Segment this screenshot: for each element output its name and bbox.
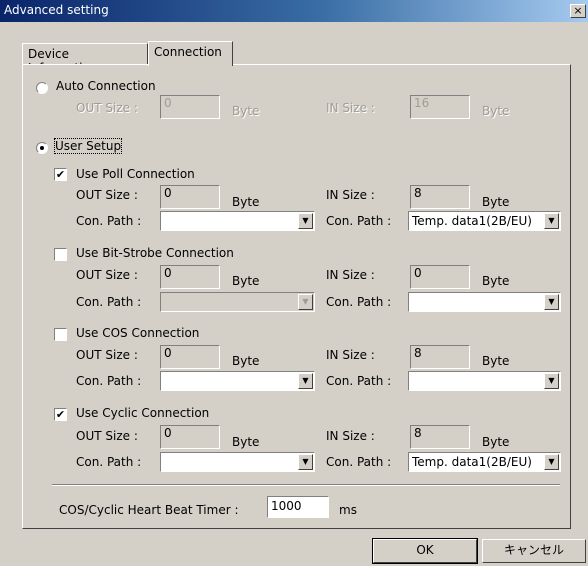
cos-out-size-label: OUT Size : <box>76 348 138 362</box>
bit-strobe-checkbox[interactable] <box>54 248 67 261</box>
chevron-down-icon[interactable]: ▼ <box>298 373 313 389</box>
bit-strobe-in-size-label: IN Size : <box>326 268 375 282</box>
heartbeat-label: COS/Cyclic Heart Beat Timer : <box>59 503 239 517</box>
auto-out-unit: Byte <box>232 104 260 118</box>
auto-out-size-field: 0 <box>160 95 220 119</box>
cyclic-checkbox[interactable]: ✔ <box>54 408 67 421</box>
auto-in-size-label: IN Size : <box>326 101 375 115</box>
poll-in-path-label: Con. Path : <box>326 214 392 228</box>
auto-connection-label: Auto Connection <box>56 79 156 93</box>
poll-in-path-dropdown[interactable]: Temp. data1(2B/EU) ▼ <box>408 211 561 231</box>
combo-value: Temp. data1(2B/EU) <box>412 214 532 228</box>
poll-in-unit: Byte <box>482 195 510 209</box>
auto-connection-radio[interactable] <box>36 82 48 94</box>
cyclic-out-path-label: Con. Path : <box>76 455 142 469</box>
poll-out-size-label: OUT Size : <box>76 188 138 202</box>
cyclic-out-unit: Byte <box>232 435 260 449</box>
cos-checkbox[interactable] <box>54 328 67 341</box>
cos-in-path-label: Con. Path : <box>326 374 392 388</box>
user-setup-radio[interactable] <box>36 142 48 154</box>
bit-strobe-out-path-label: Con. Path : <box>76 295 142 309</box>
cyclic-out-path-dropdown[interactable]: ▼ <box>160 452 315 472</box>
chevron-down-icon[interactable]: ▼ <box>544 213 559 229</box>
auto-out-size-label: OUT Size : <box>76 101 138 115</box>
chevron-down-icon[interactable]: ▼ <box>544 454 559 470</box>
poll-out-path-label: Con. Path : <box>76 214 142 228</box>
bit-strobe-out-size-label: OUT Size : <box>76 268 138 282</box>
cos-out-path-label: Con. Path : <box>76 374 142 388</box>
poll-checkbox[interactable]: ✔ <box>54 168 67 181</box>
poll-label: Use Poll Connection <box>76 167 195 181</box>
cyclic-label: Use Cyclic Connection <box>76 406 210 420</box>
poll-out-size-field: 0 <box>160 185 220 209</box>
cyclic-out-size-label: OUT Size : <box>76 429 138 443</box>
cyclic-in-unit: Byte <box>482 435 510 449</box>
auto-in-unit: Byte <box>482 104 510 118</box>
radio-selected-dot <box>40 146 44 150</box>
chevron-down-icon[interactable]: ▼ <box>544 294 559 310</box>
user-setup-label: User Setup <box>53 138 123 154</box>
heartbeat-unit: ms <box>339 503 357 517</box>
cyclic-out-size-field: 0 <box>160 425 220 449</box>
cos-in-path-dropdown[interactable]: ▼ <box>408 371 561 391</box>
poll-in-size-label: IN Size : <box>326 188 375 202</box>
cancel-button[interactable]: キャンセル <box>482 539 586 563</box>
cyclic-in-path-dropdown[interactable]: Temp. data1(2B/EU) ▼ <box>408 452 561 472</box>
chevron-down-icon[interactable]: ▼ <box>298 454 313 470</box>
bit-strobe-in-size-field: 0 <box>410 265 470 289</box>
bit-strobe-in-path-dropdown[interactable]: ▼ <box>408 292 561 312</box>
bit-strobe-out-size-field: 0 <box>160 265 220 289</box>
chevron-down-icon[interactable]: ▼ <box>298 213 313 229</box>
bit-strobe-in-path-label: Con. Path : <box>326 295 392 309</box>
auto-in-size-field: 16 <box>410 95 470 119</box>
cyclic-in-path-label: Con. Path : <box>326 455 392 469</box>
bit-strobe-in-unit: Byte <box>482 274 510 288</box>
bit-strobe-out-unit: Byte <box>232 274 260 288</box>
ok-button[interactable]: OK <box>372 538 478 564</box>
cos-out-unit: Byte <box>232 354 260 368</box>
chevron-down-icon[interactable]: ▼ <box>544 373 559 389</box>
bit-strobe-out-path-dropdown[interactable]: ▼ <box>160 292 315 312</box>
heartbeat-input[interactable]: 1000 <box>267 496 329 518</box>
cos-in-size-field: 8 <box>410 345 470 369</box>
cos-label: Use COS Connection <box>76 326 200 340</box>
combo-value: Temp. data1(2B/EU) <box>412 455 532 469</box>
cos-out-size-field: 0 <box>160 345 220 369</box>
poll-out-path-dropdown[interactable]: ▼ <box>160 211 315 231</box>
divider <box>52 484 560 486</box>
cos-out-path-dropdown[interactable]: ▼ <box>160 371 315 391</box>
cyclic-in-size-label: IN Size : <box>326 429 375 443</box>
cyclic-in-size-field: 8 <box>410 425 470 449</box>
chevron-down-icon[interactable]: ▼ <box>298 294 313 310</box>
bit-strobe-label: Use Bit-Strobe Connection <box>76 246 234 260</box>
cos-in-size-label: IN Size : <box>326 348 375 362</box>
cos-in-unit: Byte <box>482 354 510 368</box>
poll-in-size-field: 8 <box>410 185 470 209</box>
poll-out-unit: Byte <box>232 195 260 209</box>
